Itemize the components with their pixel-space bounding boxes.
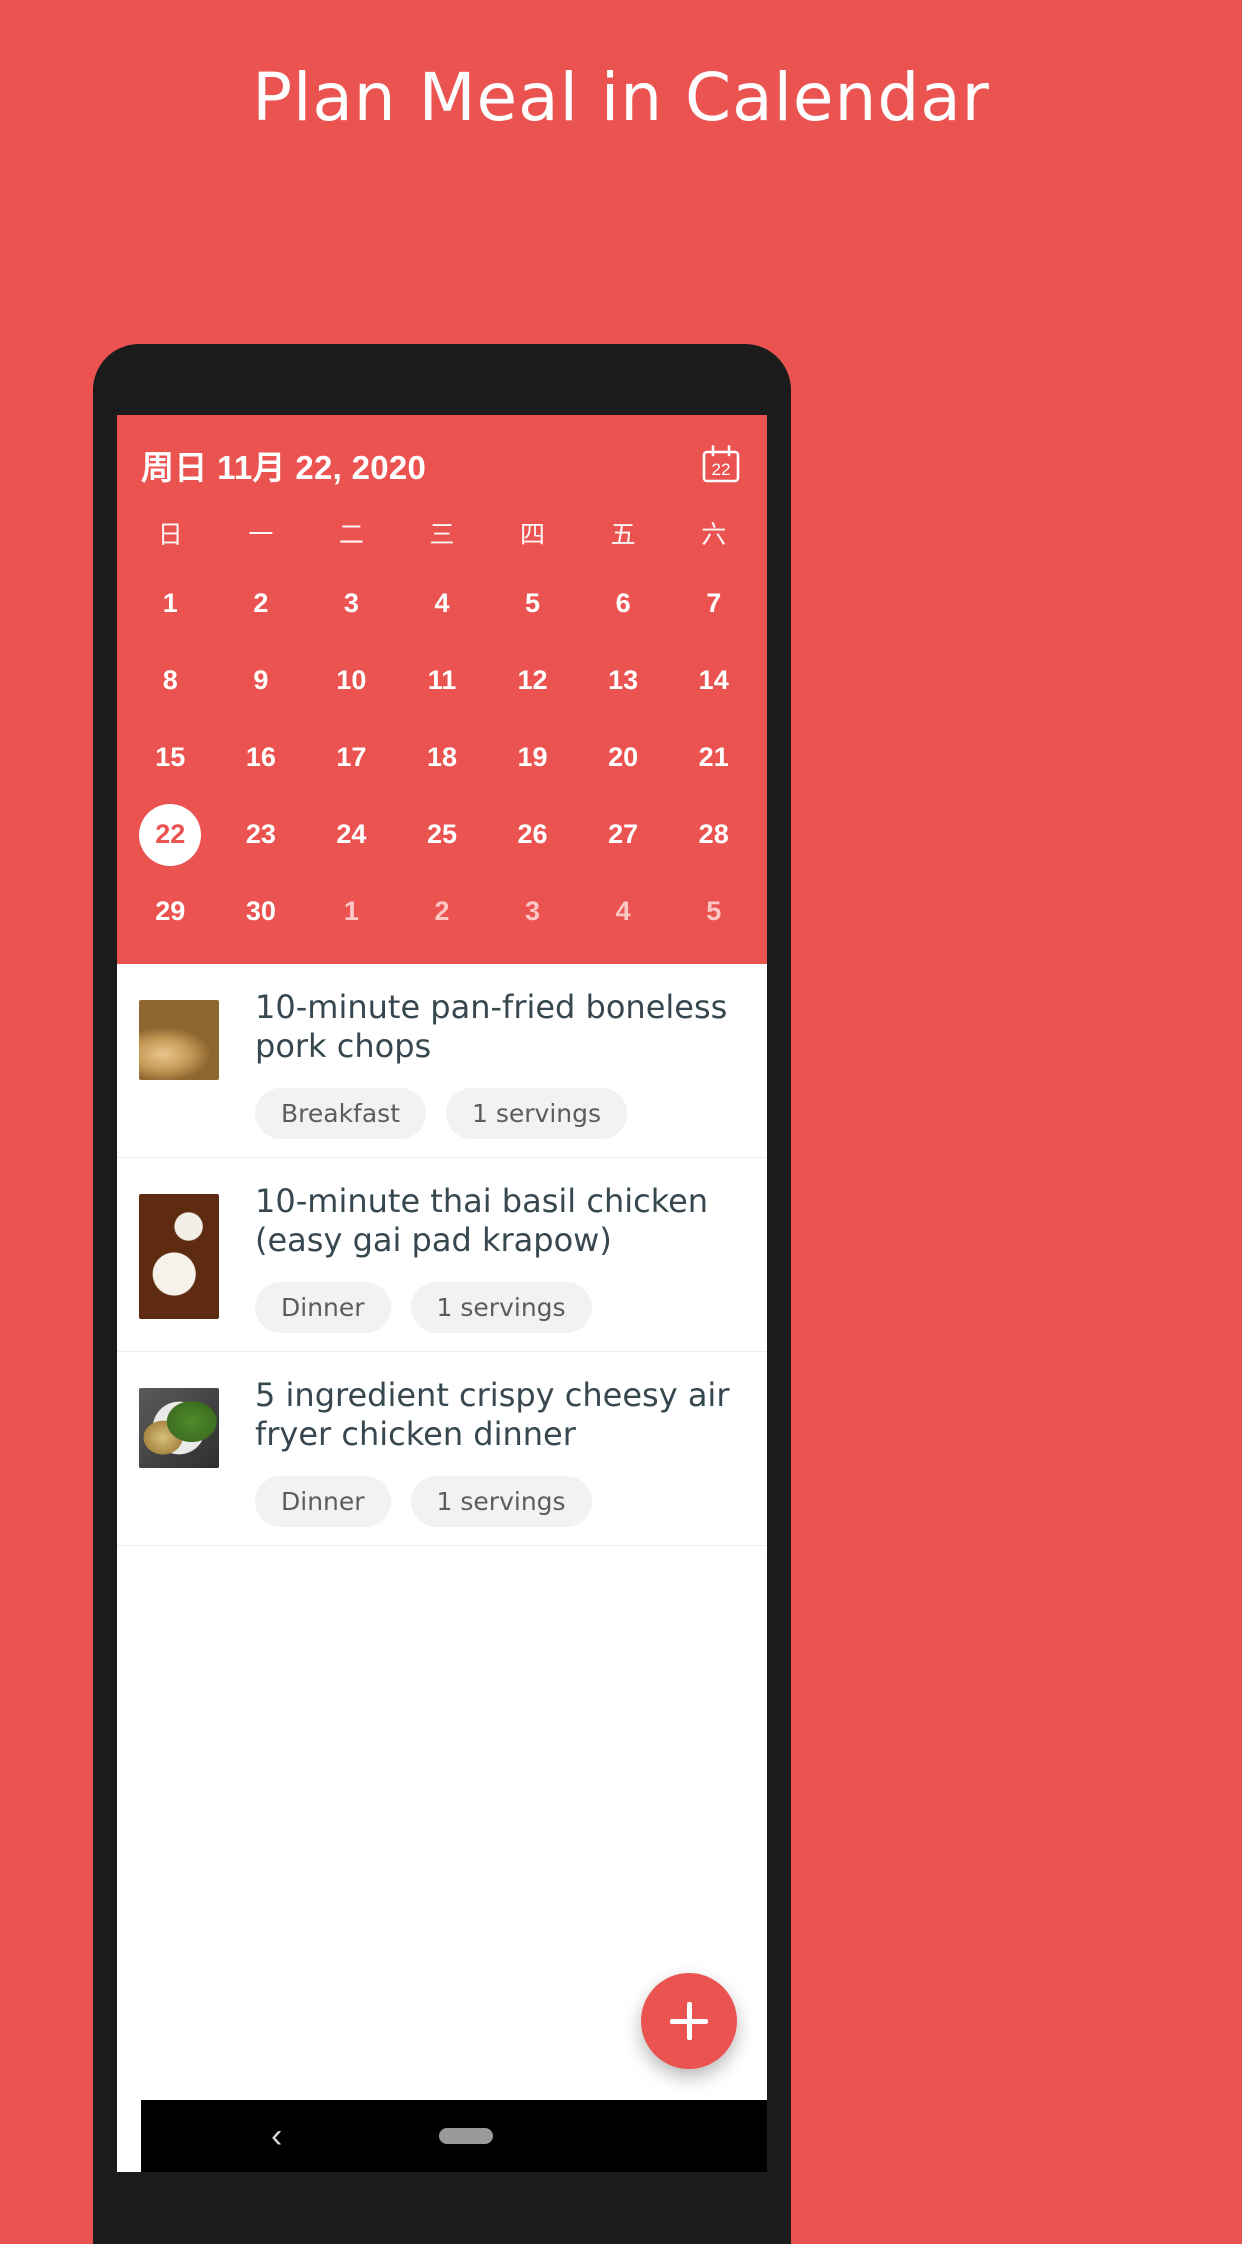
recipe-body: 10-minute thai basil chicken (easy gai p… [219,1182,745,1334]
calendar-day-cell[interactable]: 29 [125,873,216,950]
recipe-list-item[interactable]: 5 ingredient crispy cheesy air fryer chi… [117,1352,767,1547]
back-icon[interactable]: ‹ [271,2119,282,2153]
recipe-list: 10-minute pan-fried boneless pork chops B… [117,964,767,1547]
calendar-weekday-1: 一 [248,520,274,549]
meal-type-tag[interactable]: Dinner [255,1282,391,1334]
calendar-day-cell[interactable]: 18 [397,719,488,796]
phone-screen: 周日 11月 22, 2020 22 日一二三四五六 1 2 3 4 5 6 7 8 9 10 11… [117,415,767,2172]
calendar-day-cell[interactable]: 5 [668,873,759,950]
calendar-day-cell[interactable]: 30 [216,873,307,950]
recipe-body: 5 ingredient crispy cheesy air fryer chi… [219,1376,745,1528]
phone-frame: 周日 11月 22, 2020 22 日一二三四五六 1 2 3 4 5 6 7 8 9 10 11… [93,344,791,2244]
calendar-day-cell[interactable]: 13 [578,642,669,719]
calendar-day-cell[interactable]: 15 [125,719,216,796]
calendar-day-cell[interactable]: 24 [306,796,397,873]
calendar-day-cell[interactable]: 8 [125,642,216,719]
calendar-weekday-3: 三 [429,520,455,549]
calendar-weekday-2: 二 [338,520,364,549]
meal-type-tag[interactable]: Breakfast [255,1088,427,1140]
calendar-day-cell[interactable]: 1 [125,565,216,642]
calendar-day-cell[interactable]: 14 [668,642,759,719]
calendar-day-cell[interactable]: 26 [487,796,578,873]
calendar-day-cell[interactable]: 10 [306,642,397,719]
calendar-day-cell[interactable]: 1 [306,873,397,950]
calendar-day-selected: 22 [139,803,202,866]
calendar-day-cell[interactable]: 5 [487,565,578,642]
calendar-panel: 周日 11月 22, 2020 22 日一二三四五六 1 2 3 4 5 6 7 8 9 10 11… [117,415,767,964]
calendar-weekday-row: 日一二三四五六 [117,505,767,555]
servings-tag[interactable]: 1 servings [410,1282,592,1334]
recipe-title: 10-minute thai basil chicken (easy gai p… [255,1182,709,1260]
calendar-weekday-4: 四 [520,520,546,549]
calendar-day-cell[interactable]: 6 [578,565,669,642]
android-nav-bar: ‹ [141,2100,767,2172]
calendar-day-cell[interactable]: 11 [397,642,488,719]
calendar-icon[interactable]: 22 [699,443,743,487]
calendar-day-cell[interactable]: 17 [306,719,397,796]
calendar-day-cell[interactable]: 25 [397,796,488,873]
calendar-day-cell[interactable]: 2 [216,565,307,642]
page-title: Plan Meal in Calendar [252,59,990,136]
calendar-weekday-0: 日 [157,520,183,549]
selected-date-label: 周日 11月 22, 2020 [141,449,427,486]
calendar-day-cell[interactable]: 9 [216,642,307,719]
add-meal-fab[interactable] [641,1973,737,2069]
recipe-title: 5 ingredient crispy cheesy air fryer chi… [255,1376,730,1454]
calendar-weekday-5: 五 [610,520,636,549]
recipe-list-item[interactable]: 10-minute pan-fried boneless pork chops B… [117,964,767,1159]
calendar-day-cell[interactable]: 7 [668,565,759,642]
calendar-day-cell[interactable]: 16 [216,719,307,796]
calendar-day-cell[interactable]: 3 [487,873,578,950]
recipe-thumbnail [139,1194,219,1320]
recipe-list-item[interactable]: 10-minute thai basil chicken (easy gai p… [117,1158,767,1353]
calendar-day-cell[interactable]: 4 [397,565,488,642]
meal-type-tag[interactable]: Dinner [255,1476,391,1528]
calendar-day-cell[interactable]: 23 [216,796,307,873]
calendar-day-cell[interactable]: 28 [668,796,759,873]
calendar-day-cell[interactable]: 20 [578,719,669,796]
recipe-tags: Dinner 1 servings [255,1282,745,1334]
calendar-day-cell[interactable]: 4 [578,873,669,950]
calendar-day-cell[interactable]: 3 [306,565,397,642]
calendar-day-cell[interactable]: 19 [487,719,578,796]
servings-tag[interactable]: 1 servings [410,1476,592,1528]
recipe-thumbnail [139,1000,219,1080]
home-pill-indicator[interactable] [439,2128,493,2144]
servings-tag[interactable]: 1 servings [446,1088,628,1140]
calendar-icon-day: 22 [712,460,731,479]
recipe-title: 10-minute pan-fried boneless pork chops [255,988,728,1066]
calendar-day-grid: 1 2 3 4 5 6 7 8 9 10 11 12 13 14 15 16 17 18 19 20 21 22 23 24 2… [117,555,767,964]
recipe-tags: Breakfast 1 servings [255,1088,745,1140]
recipe-thumbnail [139,1388,219,1469]
calendar-weekday-6: 六 [701,520,727,549]
recipe-tags: Dinner 1 servings [255,1476,745,1528]
calendar-day-cell[interactable]: 12 [487,642,578,719]
calendar-day-cell[interactable]: 21 [668,719,759,796]
recipe-body: 10-minute pan-fried boneless pork chops B… [219,988,745,1140]
calendar-header: 周日 11月 22, 2020 22 [117,415,767,505]
calendar-day-cell[interactable]: 2 [397,873,488,950]
calendar-day-cell[interactable]: 27 [578,796,669,873]
calendar-day-cell[interactable]: 22 [125,796,216,873]
